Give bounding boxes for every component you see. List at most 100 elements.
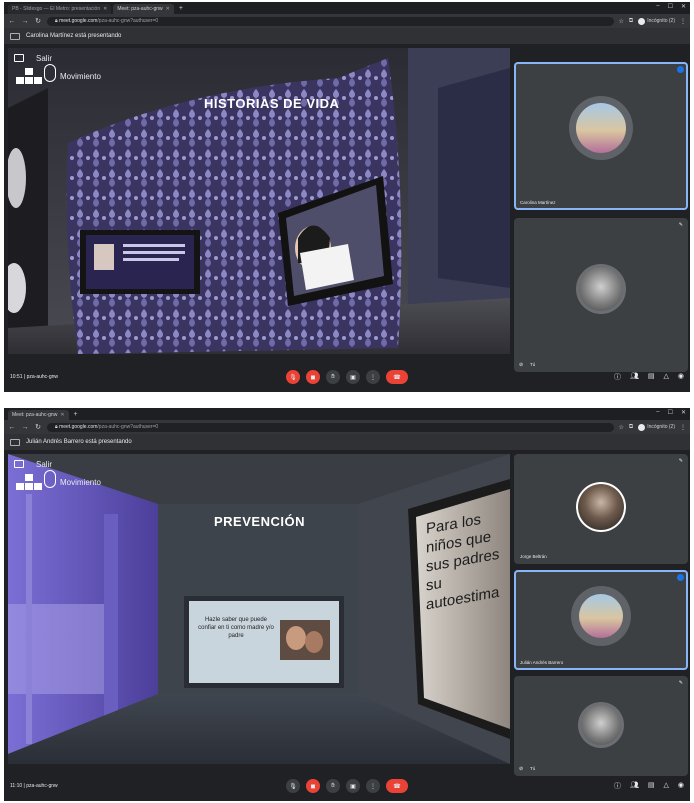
avatar-ring	[578, 702, 624, 748]
info-icon[interactable]: ⓘ	[614, 372, 621, 382]
avatar	[576, 103, 626, 153]
hangup-icon[interactable]: ☎	[386, 779, 408, 793]
participant-name: Carolina Martínez	[520, 200, 556, 205]
participant-tile[interactable]: ✎ ⊘ Tú	[514, 676, 688, 776]
minimize-icon[interactable]: –	[656, 3, 659, 10]
activities-icon[interactable]: △	[664, 372, 669, 382]
close-window-icon[interactable]: ✕	[681, 3, 686, 10]
profile-button[interactable]: Incógnito (2)	[638, 17, 675, 25]
forward-icon[interactable]: →	[21, 18, 29, 25]
arrow-keys-icon	[16, 474, 42, 490]
minimize-icon[interactable]: –	[656, 409, 659, 416]
bookmark-star-icon[interactable]: ☆	[619, 18, 624, 25]
avatar	[579, 594, 623, 638]
maximize-icon[interactable]: ☐	[668, 409, 673, 416]
browser-tab-active[interactable]: Meet: pza-auhc-gnw ✕	[113, 4, 174, 14]
tab-strip: Meet: pza-auhc-gnw ✕ + – ☐ ✕	[4, 408, 690, 420]
avatar-ring	[571, 586, 631, 646]
shared-screen: Salir Movimiento PREVENCIÓN Hazle saber …	[8, 454, 510, 764]
meeting-info: 10:51 | pza-auhc-gnw	[10, 374, 58, 380]
menu-kebab-icon[interactable]: ⋮	[680, 424, 686, 431]
present-icon[interactable]: ▣	[346, 779, 360, 793]
url-host: meet.google.com	[59, 17, 98, 24]
virtual-gallery-scene	[8, 48, 510, 354]
url-field[interactable]: 🔒︎ meet.google.com/pza-auhc-gnw?authuser…	[47, 422, 614, 432]
profile-button[interactable]: Incógnito (2)	[638, 423, 675, 431]
address-bar-row: ← → ↻ 🔒︎ meet.google.com/pza-auhc-gnw?au…	[4, 420, 690, 434]
profile-label: Incógnito (2)	[647, 424, 675, 430]
participant-tile[interactable]: Carolina Martínez	[514, 62, 688, 210]
camera-off-icon[interactable]: ◼	[306, 779, 320, 793]
hangup-icon[interactable]: ☎	[386, 370, 408, 384]
participant-name: Julián Andrés Barrero	[520, 660, 564, 665]
more-icon[interactable]: ✎	[679, 680, 683, 686]
mic-icon[interactable]: 🎙︎	[286, 779, 300, 793]
gallery-title: HISTORIAS DE VIDA	[204, 96, 340, 111]
side-controls: ⓘ 👥︎ ▤ △ ◉	[614, 781, 684, 791]
avatar	[578, 484, 624, 530]
url-field[interactable]: 🔒︎ meet.google.com/pza-auhc-gnw?authuser…	[47, 16, 614, 26]
avatar-ring	[569, 96, 633, 160]
close-window-icon[interactable]: ✕	[681, 409, 686, 416]
activities-icon[interactable]: △	[664, 781, 669, 791]
avatar	[579, 267, 623, 311]
info-icon[interactable]: ⓘ	[614, 781, 621, 791]
raise-hand-icon[interactable]: ✋︎	[326, 370, 340, 384]
window-controls: – ☐ ✕	[656, 3, 686, 10]
close-icon[interactable]: ✕	[166, 4, 170, 14]
browser-tab[interactable]: PB - Slidesgo — El Metro: presentación ✕	[8, 4, 112, 14]
mic-off-icon[interactable]: 🎙︎	[286, 370, 300, 384]
profile-avatar	[638, 17, 646, 25]
mouse-icon	[44, 64, 56, 82]
participant-tile[interactable]: Julián Andrés Barrero	[514, 570, 688, 670]
call-controls: 🎙︎ ◼ ✋︎ ▣ ⋮ ☎	[286, 370, 408, 384]
browser-tab-active[interactable]: Meet: pza-auhc-gnw ✕	[8, 410, 69, 420]
close-icon[interactable]: ✕	[60, 410, 64, 420]
gallery-title: PREVENCIÓN	[214, 514, 305, 529]
tab-label: Meet: pza-auhc-gnw	[12, 412, 58, 418]
new-tab-icon[interactable]: +	[176, 4, 186, 14]
monitor-icon	[14, 460, 24, 468]
menu-kebab-icon[interactable]: ⋮	[680, 18, 686, 25]
meeting-info: 11:10 | pza-auhc-gnw	[10, 783, 58, 789]
presenting-banner: Julián Andrés Barrero está presentando	[4, 434, 690, 450]
more-icon[interactable]: ✎	[679, 222, 683, 228]
present-icon[interactable]: ▣	[346, 370, 360, 384]
raise-hand-icon[interactable]: ✋︎	[326, 779, 340, 793]
presentation-icon	[10, 32, 20, 40]
more-options-icon[interactable]: ⋮	[366, 779, 380, 793]
back-icon[interactable]: ←	[8, 424, 16, 431]
meet-window-2: Meet: pza-auhc-gnw ✕ + – ☐ ✕ ← → ↻ 🔒︎ mee…	[4, 408, 690, 801]
camera-off-icon[interactable]: ◼	[306, 370, 320, 384]
host-controls-icon[interactable]: ◉	[678, 781, 684, 791]
extensions-icon[interactable]: ⧉	[629, 424, 633, 431]
extensions-icon[interactable]: ⧉	[629, 18, 633, 25]
reload-icon[interactable]: ↻	[34, 17, 42, 25]
host-controls-icon[interactable]: ◉	[678, 372, 684, 382]
participant-tile[interactable]: ✎ ⊘ Tú	[514, 218, 688, 372]
url-host: meet.google.com	[59, 423, 98, 430]
people-icon[interactable]: 👥︎	[630, 781, 639, 791]
url-path: /pza-auhc-gnw?authuser=0	[97, 423, 159, 430]
people-icon[interactable]: 👥︎	[630, 372, 639, 382]
reload-icon[interactable]: ↻	[34, 423, 42, 431]
close-icon[interactable]: ✕	[103, 4, 107, 14]
forward-icon[interactable]: →	[21, 424, 29, 431]
profile-label: Incógnito (2)	[647, 18, 675, 24]
monitor-icon	[14, 54, 24, 62]
participant-tile[interactable]: ✎ Jorge Beltrán	[514, 454, 688, 564]
chat-icon[interactable]: ▤	[648, 781, 655, 791]
movement-label: Movimiento	[60, 478, 101, 487]
new-tab-icon[interactable]: +	[71, 410, 81, 420]
maximize-icon[interactable]: ☐	[668, 3, 673, 10]
more-icon[interactable]: ✎	[679, 458, 683, 464]
back-icon[interactable]: ←	[8, 18, 16, 25]
bookmark-star-icon[interactable]: ☆	[619, 424, 624, 431]
side-controls: ⓘ 👥︎ ▤ △ ◉	[614, 372, 684, 382]
movement-label: Movimiento	[60, 72, 101, 81]
avatar	[581, 705, 621, 745]
more-options-icon[interactable]: ⋮	[366, 370, 380, 384]
speaking-indicator-icon	[677, 66, 684, 73]
chat-icon[interactable]: ▤	[648, 372, 655, 382]
call-controls-bar: 11:10 | pza-auhc-gnw 🎙︎ ◼ ✋︎ ▣ ⋮ ☎ ⓘ 👥︎ …	[4, 771, 690, 801]
